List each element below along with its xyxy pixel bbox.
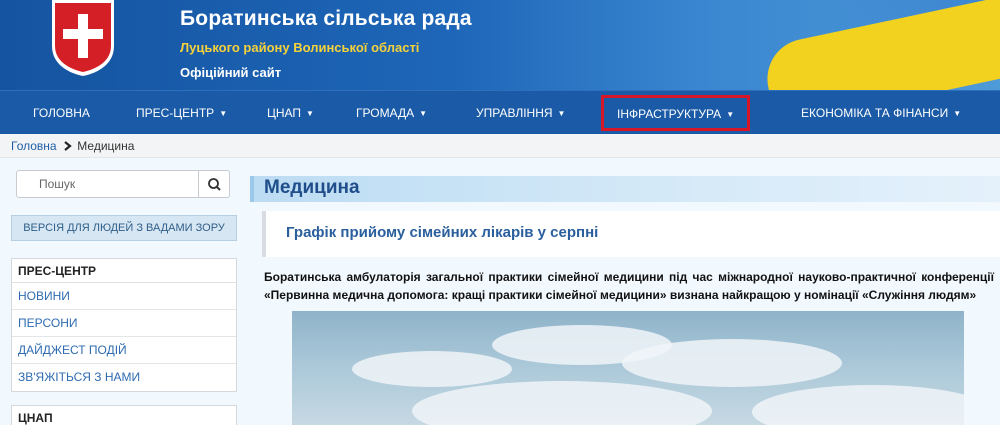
cloud-shape <box>752 385 964 425</box>
breadcrumb-current: Медицина <box>77 139 135 153</box>
nav-item-infrastructure[interactable]: ІНФРАСТРУКТУРА ▼ <box>601 95 751 131</box>
sidebar-item-persons[interactable]: ПЕРСОНИ <box>12 310 236 337</box>
nav-item-label: ГРОМАДА <box>356 106 415 120</box>
caret-down-icon: ▼ <box>306 109 314 118</box>
sidebar-item-digest[interactable]: ДАЙДЖЕСТ ПОДІЙ <box>12 337 236 364</box>
article-photo[interactable] <box>292 311 964 425</box>
nav-item-label: УПРАВЛІННЯ <box>476 106 553 120</box>
article-title-link[interactable]: Графік прийому сімейних лікарів у серпні <box>286 224 598 241</box>
chevron-right-icon <box>64 141 72 151</box>
nav-item-label: ПРЕС-ЦЕНТР <box>136 106 215 120</box>
nav-item-label: ЦНАП <box>267 106 302 120</box>
site-subtitle: Луцького району Волинської області <box>180 40 420 55</box>
article-excerpt: Боратинська амбулаторія загальної практи… <box>264 270 994 302</box>
cloud-shape <box>622 339 842 387</box>
nav-item-cnap[interactable]: ЦНАП ▼ <box>267 91 314 135</box>
nav-item-home[interactable]: ГОЛОВНА <box>33 91 90 135</box>
search-icon <box>208 178 221 191</box>
breadcrumb: Головна Медицина <box>0 134 1000 158</box>
page-title: Медицина <box>250 176 1000 202</box>
nav-item-economy-finance[interactable]: ЕКОНОМІКА ТА ФІНАНСИ ▼ <box>801 91 961 135</box>
caret-down-icon: ▼ <box>219 109 228 118</box>
search-input[interactable] <box>16 170 199 198</box>
cloud-shape <box>412 381 712 425</box>
cloud-shape <box>352 351 512 387</box>
caret-down-icon: ▼ <box>953 109 962 118</box>
nav-item-community[interactable]: ГРОМАДА ▼ <box>356 91 427 135</box>
sidebar-section-title: ЦНАП <box>12 406 236 425</box>
nav-item-label: ІНФРАСТРУКТУРА <box>617 107 722 121</box>
sidebar-section-title: ПРЕС-ЦЕНТР <box>12 259 236 283</box>
nav-item-label: ГОЛОВНА <box>33 106 90 120</box>
search-button[interactable] <box>198 170 230 198</box>
nav-item-label: ЕКОНОМІКА ТА ФІНАНСИ <box>801 106 949 120</box>
caret-down-icon: ▼ <box>726 110 735 119</box>
sidebar-press-center: ПРЕС-ЦЕНТР НОВИНИ ПЕРСОНИ ДАЙДЖЕСТ ПОДІЙ… <box>11 258 237 392</box>
main-navigation: ГОЛОВНА ПРЕС-ЦЕНТР ▼ ЦНАП ▼ ГРОМАДА ▼ УПРАВ… <box>0 90 1000 134</box>
caret-down-icon: ▼ <box>557 109 566 118</box>
coat-of-arms-icon[interactable] <box>50 0 116 76</box>
search-form <box>16 170 230 198</box>
caret-down-icon: ▼ <box>419 109 428 118</box>
sidebar-item-news[interactable]: НОВИНИ <box>12 283 236 310</box>
nav-item-management[interactable]: УПРАВЛІННЯ ▼ <box>476 91 565 135</box>
site-official-label: Офіційний сайт <box>180 65 282 80</box>
sidebar-item-contact[interactable]: ЗВ'ЯЖІТЬСЯ З НАМИ <box>12 364 236 391</box>
page-title-text: Медицина <box>264 177 360 198</box>
site-title[interactable]: Боратинська сільська рада <box>180 7 472 31</box>
sidebar-cnap: ЦНАП <box>11 405 237 425</box>
accessibility-version-button[interactable]: ВЕРСІЯ ДЛЯ ЛЮДЕЙ З ВАДАМИ ЗОРУ <box>11 215 237 241</box>
site-header: Боратинська сільська рада Луцького район… <box>0 0 1000 90</box>
nav-item-press-center[interactable]: ПРЕС-ЦЕНТР ▼ <box>136 91 227 135</box>
breadcrumb-home-link[interactable]: Головна <box>11 139 57 153</box>
article-title-block[interactable]: Графік прийому сімейних лікарів у серпні <box>262 211 1000 257</box>
